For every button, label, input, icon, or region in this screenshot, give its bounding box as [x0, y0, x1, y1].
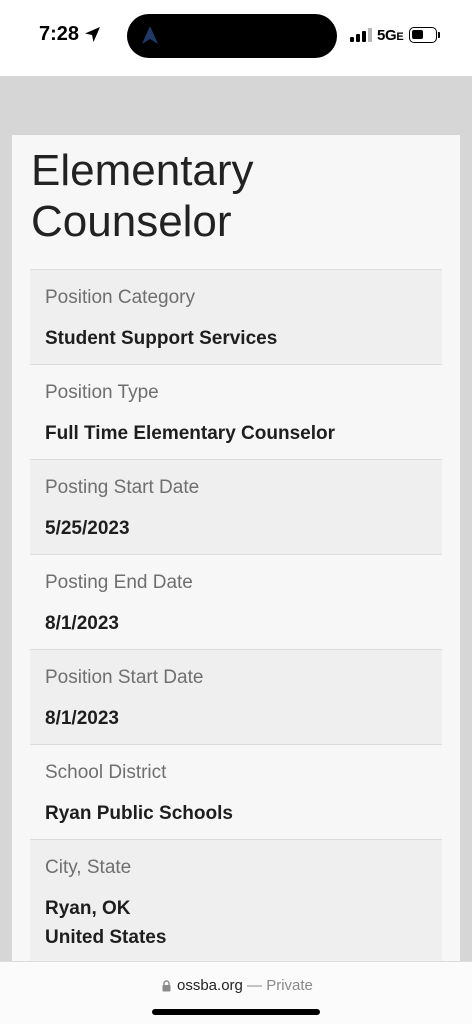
browser-address-bar[interactable]: ossba.org — Private — [0, 961, 472, 1024]
detail-row-position-start-date: Position Start Date 8/1/2023 — [30, 650, 442, 745]
status-bar: 7:28 5GE — [0, 0, 472, 76]
url-domain: ossba.org — [177, 977, 243, 994]
detail-label: School District — [45, 762, 167, 783]
status-time: 7:28 — [39, 23, 80, 45]
detail-row-school-district: School District Ryan Public Schools — [30, 745, 442, 840]
detail-value: Full Time Elementary Counselor — [45, 423, 336, 444]
network-type: 5GE — [377, 27, 404, 44]
detail-value-country: United States — [45, 927, 167, 948]
job-details-table: Position Category Student Support Servic… — [30, 269, 442, 965]
dynamic-island — [127, 14, 337, 58]
detail-label: Position Type — [45, 382, 159, 403]
page-title: Elementary Counselor — [31, 146, 254, 246]
detail-row-posting-end-date: Posting End Date 8/1/2023 — [30, 555, 442, 650]
detail-label: Position Start Date — [45, 667, 204, 688]
cellular-signal-icon — [350, 28, 372, 42]
home-indicator[interactable] — [152, 1009, 320, 1015]
detail-value: 8/1/2023 — [45, 708, 119, 729]
detail-value: Ryan Public Schools — [45, 803, 233, 824]
detail-row-city-state: City, State Ryan, OK United States — [30, 840, 442, 965]
lock-icon — [162, 980, 171, 992]
navigation-app-icon — [142, 26, 158, 44]
detail-value: 5/25/2023 — [45, 518, 130, 539]
url-text[interactable]: ossba.org — Private — [177, 977, 313, 994]
detail-label: Posting End Date — [45, 572, 193, 593]
job-posting-card: Elementary Counselor Position Category S… — [12, 135, 460, 1024]
location-arrow-icon — [85, 27, 100, 42]
detail-row-posting-start-date: Posting Start Date 5/25/2023 — [30, 460, 442, 555]
battery-tip — [438, 32, 440, 38]
private-mode-label: — Private — [247, 977, 313, 994]
detail-row-position-type: Position Type Full Time Elementary Couns… — [30, 365, 442, 460]
detail-label: Position Category — [45, 287, 195, 308]
detail-value: Student Support Services — [45, 328, 278, 349]
detail-value: 8/1/2023 — [45, 613, 119, 634]
detail-value: Ryan, OK — [45, 898, 131, 919]
battery-icon — [409, 27, 437, 43]
battery-fill — [412, 30, 423, 39]
detail-label: Posting Start Date — [45, 477, 200, 498]
detail-label: City, State — [45, 857, 132, 878]
detail-row-position-category: Position Category Student Support Servic… — [30, 270, 442, 365]
